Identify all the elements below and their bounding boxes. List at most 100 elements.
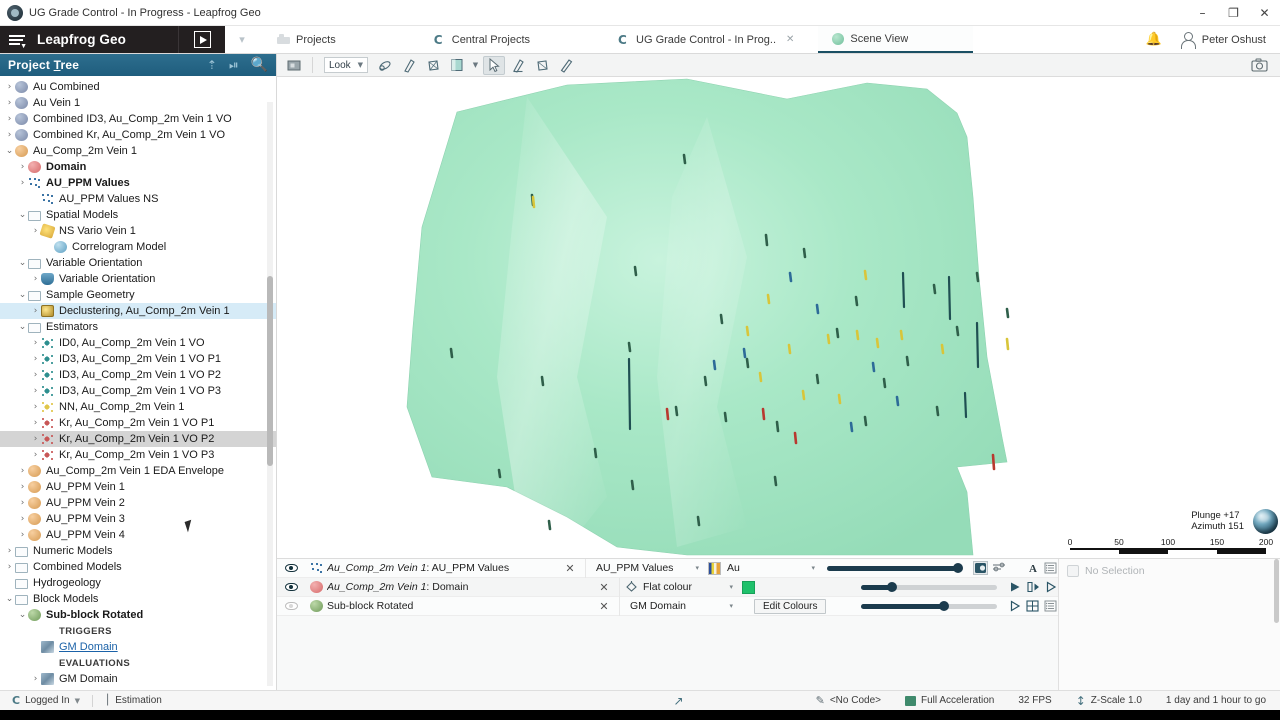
project-tree-body[interactable]: › Au Combined › Au Vein 1 › Combined ID3, Au_… [0, 76, 276, 690]
tree-item[interactable]: › Domain [0, 159, 276, 175]
chevron-right-icon[interactable]: › [4, 82, 15, 92]
hamburger-menu-icon[interactable]: ▼ [9, 33, 27, 50]
tree-item[interactable]: ⌄ Au_Comp_2m Vein 1 [0, 143, 276, 159]
tree-item[interactable]: › Au Combined [0, 79, 276, 95]
chevron-right-icon[interactable]: › [30, 434, 41, 444]
slider-track[interactable] [827, 563, 963, 573]
close-button[interactable]: ✕ [1249, 0, 1280, 26]
chevron-right-icon[interactable]: › [4, 562, 15, 572]
opacity-slider[interactable] [855, 601, 1003, 611]
slider-track[interactable] [861, 582, 997, 592]
status-login[interactable]: C Logged In ▼ [0, 691, 92, 711]
orbit-icon[interactable] [374, 56, 396, 75]
pan-icon[interactable] [398, 56, 420, 75]
edit-colours-button[interactable]: Edit Colours [754, 598, 827, 614]
chevron-down-icon[interactable]: ⌄ [17, 322, 28, 332]
visibility-toggle[interactable] [277, 564, 305, 572]
colour-control[interactable]: Au ▾ [703, 561, 821, 575]
flip-icon[interactable] [1025, 580, 1040, 594]
status-acceleration[interactable]: Full Acceleration [893, 691, 1006, 711]
chevron-right-icon[interactable]: › [30, 338, 41, 348]
tree-item[interactable]: ›GM Domain [0, 639, 276, 655]
maximize-button[interactable]: ❐ [1218, 0, 1249, 26]
colour-control[interactable] [737, 580, 855, 594]
chevron-right-icon[interactable]: › [17, 482, 28, 492]
measure-icon[interactable] [555, 56, 577, 75]
tree-item[interactable]: › Au_Comp_2m Vein 1 EDA Envelope [0, 463, 276, 479]
chevron-right-icon[interactable]: › [30, 386, 41, 396]
camera-snapshot-icon[interactable] [1248, 56, 1270, 75]
tree-item[interactable]: › AU_PPM Values [0, 175, 276, 191]
tree-item[interactable]: › ID3, Au_Comp_2m Vein 1 VO P2 [0, 367, 276, 383]
play-icon[interactable] [193, 31, 211, 48]
draw-polygon-icon[interactable] [531, 56, 553, 75]
tree-item[interactable]: ⌄ Block Models [0, 591, 276, 607]
tree-item[interactable]: › Au Vein 1 [0, 95, 276, 111]
chevron-right-icon[interactable]: › [30, 674, 41, 684]
zoom-box-icon[interactable] [422, 56, 444, 75]
chevron-right-icon[interactable]: › [17, 514, 28, 524]
attribute-select[interactable]: Flat colour ▾ [619, 577, 737, 597]
tab-scene-view[interactable]: Scene View [818, 26, 974, 53]
legend-box-icon[interactable] [973, 561, 988, 575]
tree-item[interactable]: › AU_PPM Vein 3 [0, 511, 276, 527]
list-icon[interactable] [1043, 561, 1058, 575]
list-icon[interactable] [1043, 599, 1058, 613]
chevron-right-icon[interactable]: › [30, 402, 41, 412]
tree-item[interactable]: ›GM Domain [0, 671, 276, 687]
clipping-plane-icon[interactable] [446, 56, 468, 75]
tree-item[interactable]: › ID3, Au_Comp_2m Vein 1 VO P3 [0, 383, 276, 399]
tree-item[interactable]: › ID0, Au_Comp_2m Vein 1 VO [0, 335, 276, 351]
tree-item[interactable]: ›TRIGGERS [0, 623, 276, 639]
tree-item[interactable]: ⌄ Spatial Models [0, 207, 276, 223]
tree-item[interactable]: › AU_PPM Vein 2 [0, 495, 276, 511]
visibility-toggle[interactable] [277, 583, 305, 591]
outline-triangle-icon[interactable] [1007, 599, 1022, 613]
chevron-right-icon[interactable]: › [4, 98, 15, 108]
orientation-globe-icon[interactable] [1253, 509, 1278, 534]
chevron-right-icon[interactable]: › [17, 466, 28, 476]
slider-knob[interactable] [887, 582, 898, 592]
upload-icon[interactable]: ⇡ [207, 58, 217, 72]
remove-shape-button[interactable]: ✕ [589, 600, 619, 613]
close-icon[interactable]: ✕ [786, 34, 794, 45]
look-direction-select[interactable]: Look ▼ [324, 57, 368, 73]
select-pointer-icon[interactable] [483, 55, 505, 75]
tree-item[interactable]: › NS Vario Vein 1 [0, 223, 276, 239]
opacity-slider[interactable] [855, 582, 1003, 592]
shape-list-row[interactable]: Sub-block Rotated ✕ GM Domain ▾ Edit Colours [277, 596, 1058, 616]
chevron-right-icon[interactable]: › [30, 274, 41, 284]
status-workflow[interactable]: ⎮ Estimation [93, 691, 174, 711]
tree-item[interactable]: ›EVALUATIONS [0, 655, 276, 671]
chevron-right-icon[interactable]: › [30, 370, 41, 380]
tree-item[interactable]: › AU_PPM Vein 4 [0, 527, 276, 543]
chevron-right-icon[interactable]: › [30, 354, 41, 364]
tree-item[interactable]: ⌄ Sub-block Rotated [0, 607, 276, 623]
colour-control[interactable]: Edit Colours [737, 598, 855, 614]
tree-item[interactable]: › Kr, Au_Comp_2m Vein 1 VO P1 [0, 415, 276, 431]
tree-item[interactable]: ›Correlogram Model [0, 239, 276, 255]
slider-knob[interactable] [952, 563, 963, 573]
status-zscale[interactable]: ↕ Z-Scale 1.0 [1064, 691, 1154, 711]
user-account[interactable]: Peter Oshust [1172, 32, 1266, 49]
minimize-button[interactable]: – [1187, 0, 1218, 26]
tab-ug-grade-control[interactable]: C UG Grade Control - In Prog.. ✕ [604, 26, 808, 53]
tree-item[interactable]: › NN, Au_Comp_2m Vein 1 [0, 399, 276, 415]
attribute-select[interactable]: GM Domain ▾ [619, 596, 737, 616]
outline-triangle-icon[interactable] [1043, 580, 1058, 594]
play-triangle-icon[interactable] [1007, 580, 1022, 594]
scene-3d-viewport[interactable]: Plunge +17 Azimuth 151 0 50 100 150 200 [277, 77, 1280, 558]
chevron-down-icon[interactable]: ⌄ [17, 290, 28, 300]
tree-item[interactable]: ⌄ Estimators [0, 319, 276, 335]
chevron-right-icon[interactable]: › [30, 306, 41, 316]
chevron-right-icon[interactable]: › [4, 114, 15, 124]
tree-item[interactable]: › AU_PPM Vein 1 [0, 479, 276, 495]
remove-shape-button[interactable]: ✕ [555, 562, 585, 575]
shape-list-row[interactable]: Au_Comp_2m Vein 1: Domain ✕ Flat colour ▾ [277, 577, 1058, 597]
text-label-icon[interactable]: A [1025, 561, 1040, 575]
tree-item[interactable]: › Kr, Au_Comp_2m Vein 1 VO P2 [0, 431, 276, 447]
tree-item[interactable]: › ID3, Au_Comp_2m Vein 1 VO P1 [0, 351, 276, 367]
flat-colour-swatch[interactable] [742, 580, 755, 594]
chevron-right-icon[interactable]: › [17, 178, 28, 188]
shape-list-row[interactable]: Au_Comp_2m Vein 1: AU_PPM Values ✕ AU_PPM … [277, 558, 1058, 578]
